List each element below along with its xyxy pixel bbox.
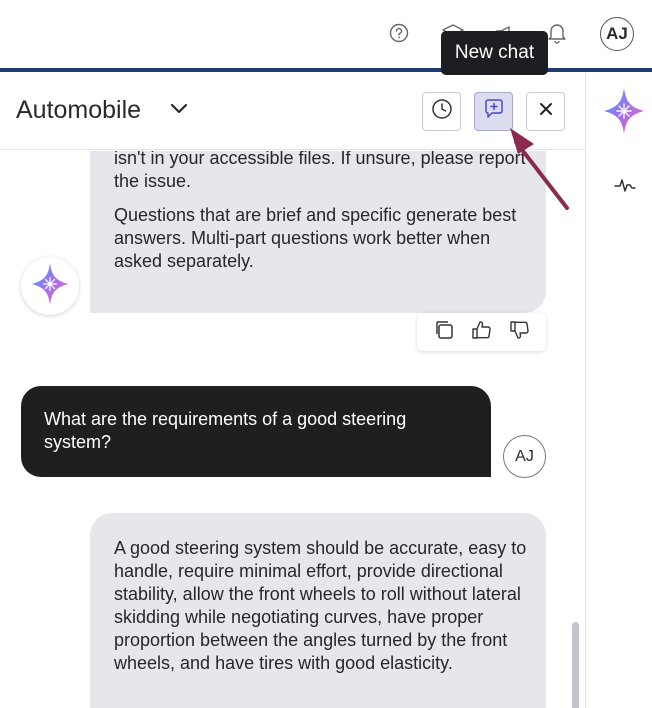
- user-avatar-top[interactable]: AJ: [600, 17, 634, 51]
- bot-message-text: A good steering system should be accurat…: [114, 538, 527, 673]
- bot-avatar: [21, 257, 79, 315]
- bot-message-paragraph: Questions that are brief and specific ge…: [114, 205, 517, 271]
- user-avatar: AJ: [503, 435, 546, 478]
- message-actions-toolbar: [417, 313, 546, 351]
- new-chat-icon: [483, 98, 505, 125]
- chat-transcript: isn't in your accessible files. If unsur…: [0, 151, 585, 708]
- thumbs-down-icon: [508, 319, 530, 346]
- bot-message: A good steering system should be accurat…: [90, 513, 546, 708]
- ai-sparkle-icon: [30, 261, 70, 312]
- clock-icon: [431, 98, 453, 125]
- copy-button[interactable]: [430, 318, 458, 346]
- copy-icon: [433, 319, 455, 346]
- thumbs-up-button[interactable]: [467, 318, 495, 346]
- history-button[interactable]: [422, 92, 461, 131]
- chat-title[interactable]: Automobile: [16, 96, 141, 125]
- right-rail: [585, 72, 652, 708]
- ai-sparkle-logo-icon[interactable]: [602, 86, 646, 141]
- new-chat-tooltip: New chat: [441, 31, 548, 75]
- chevron-down-icon[interactable]: [170, 102, 188, 121]
- help-icon[interactable]: [386, 20, 412, 46]
- bot-message: isn't in your accessible files. If unsur…: [90, 151, 546, 313]
- chat-header: Automobile: [0, 72, 586, 150]
- bot-message-paragraph: isn't in your accessible files. If unsur…: [114, 151, 526, 191]
- annotation-arrow-icon: [500, 122, 572, 217]
- close-icon: [537, 100, 555, 123]
- chat-scrollbar[interactable]: [572, 622, 579, 708]
- thumbs-down-button[interactable]: [505, 318, 533, 346]
- user-message: What are the requirements of a good stee…: [21, 386, 491, 477]
- thumbs-up-icon: [470, 319, 492, 346]
- activity-pulse-icon[interactable]: [614, 176, 636, 199]
- top-navigation-bar: AJ: [0, 0, 652, 68]
